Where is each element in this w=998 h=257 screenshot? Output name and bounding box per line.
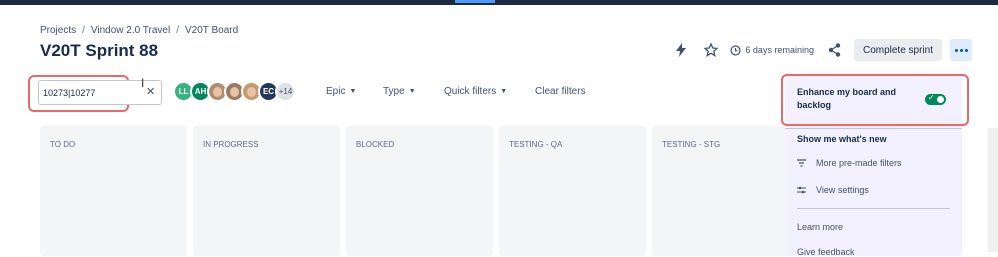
- clock-icon: [730, 44, 742, 56]
- page-title: V20T Sprint 88: [40, 41, 159, 60]
- give-feedback-link[interactable]: Give feedback: [797, 247, 855, 257]
- column-title: TO DO: [50, 140, 76, 149]
- view-settings-label: View settings: [816, 185, 869, 195]
- header-actions: 6 days remaining Complete sprint: [670, 39, 972, 61]
- top-bar-accent: [455, 0, 495, 3]
- breadcrumb: Projects / Vindow 2.0 Travel / V20T Boar…: [40, 25, 238, 36]
- column-testing-stg[interactable]: TESTING - STG: [652, 126, 799, 256]
- enhance-board-label: Enhance my board and backlog: [797, 87, 897, 110]
- lightning-icon[interactable]: [670, 39, 692, 61]
- quick-filters[interactable]: Quick filters ▼: [444, 86, 507, 97]
- column-title: TESTING - STG: [662, 140, 721, 149]
- share-icon[interactable]: [824, 39, 846, 61]
- epic-filter[interactable]: Epic ▼: [326, 86, 356, 97]
- check-icon: ✓: [928, 93, 935, 102]
- sliders-icon: [797, 186, 806, 194]
- filter-icon: [797, 159, 806, 167]
- vertical-scrollbar[interactable]: [988, 128, 998, 252]
- enhance-board-toggle[interactable]: ✓: [925, 93, 946, 105]
- more-actions-button[interactable]: [950, 39, 972, 61]
- more-filters-label: More pre-made filters: [816, 158, 902, 168]
- board-columns: TO DO IN PROGRESS BLOCKED TESTING - QA T…: [40, 126, 799, 256]
- chevron-down-icon: ▼: [408, 88, 416, 95]
- close-icon[interactable]: ✕: [146, 85, 155, 98]
- chevron-down-icon: ▼: [349, 88, 357, 95]
- avatar-group: LL AH EC +14: [173, 81, 296, 102]
- column-title: BLOCKED: [356, 140, 395, 149]
- view-settings-menu-item[interactable]: View settings: [797, 185, 869, 195]
- more-filters-menu-item[interactable]: More pre-made filters: [797, 158, 902, 168]
- column-todo[interactable]: TO DO: [40, 126, 187, 256]
- breadcrumb-separator: /: [176, 25, 179, 36]
- complete-sprint-button[interactable]: Complete sprint: [853, 39, 942, 61]
- column-title: TESTING - QA: [509, 140, 563, 149]
- quick-filters-label: Quick filters: [444, 86, 497, 97]
- clear-filters-button[interactable]: Clear filters: [535, 86, 586, 97]
- column-in-progress[interactable]: IN PROGRESS: [193, 126, 340, 256]
- panel-divider: [785, 128, 962, 129]
- breadcrumb-board[interactable]: V20T Board: [185, 25, 238, 36]
- avatar-more-count[interactable]: +14: [275, 81, 296, 102]
- column-title: IN PROGRESS: [203, 140, 259, 149]
- top-navigation-bar: [0, 0, 998, 5]
- chevron-down-icon: ▼: [500, 88, 508, 95]
- type-filter[interactable]: Type ▼: [383, 86, 416, 97]
- text-cursor-icon: I: [141, 76, 145, 90]
- breadcrumb-separator: /: [82, 25, 85, 36]
- column-testing-qa[interactable]: TESTING - QA: [499, 126, 646, 256]
- type-filter-label: Type: [383, 86, 405, 97]
- show-whats-new-heading: Show me what's new: [797, 134, 887, 144]
- column-blocked[interactable]: BLOCKED: [346, 126, 493, 256]
- breadcrumb-project[interactable]: Vindow 2.0 Travel: [91, 25, 170, 36]
- star-icon[interactable]: [700, 39, 722, 61]
- menu-divider: [797, 208, 950, 209]
- learn-more-link[interactable]: Learn more: [797, 222, 843, 232]
- epic-filter-label: Epic: [326, 86, 346, 97]
- breadcrumb-projects[interactable]: Projects: [40, 25, 76, 36]
- days-remaining: 6 days remaining: [730, 44, 814, 56]
- days-remaining-text: 6 days remaining: [745, 45, 814, 55]
